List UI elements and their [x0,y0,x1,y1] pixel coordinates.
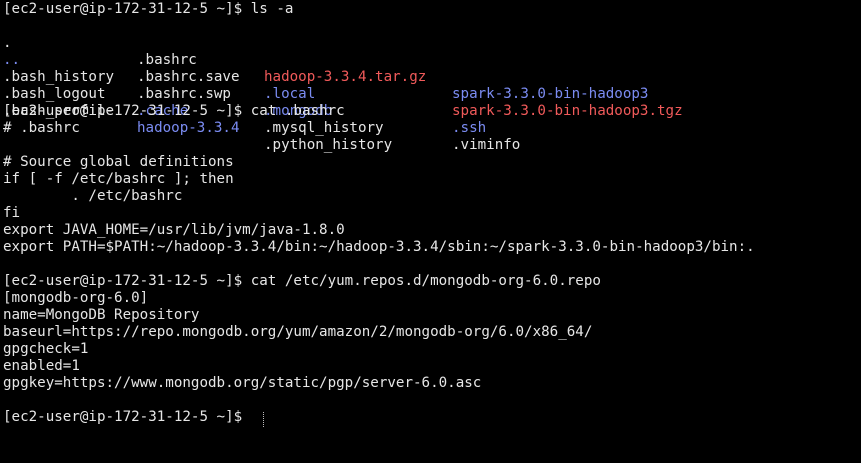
ls-entry: .mysql_history [264,120,384,136]
output-line: # Source global definitions [3,154,234,170]
terminal-window[interactable]: [ec2-user@ip-172-31-12-5 ~]$ ls -a . .ba… [0,0,861,463]
output-line: gpgcheck=1 [3,341,89,357]
output-line: # .bashrc [3,120,80,136]
ls-entry: spark-3.3.0-bin-hadoop3.tgz [452,103,683,119]
ls-row: .bash_logout .cache .mysql_history .vimi… [0,69,861,153]
ls-row: .bash_history .bashrc.swp .mongodb .ssh [0,52,861,136]
output-line: [mongodb-org-6.0] [3,290,149,306]
output-line: export PATH=$PATH:~/hadoop-3.3.4/bin:~/h… [3,239,755,255]
ls-entry: hadoop-3.3.4 [137,120,240,136]
ls-row: . .bashrc hadoop-3.3.4.tar.gz spark-3.3.… [0,18,861,102]
output-line: gpgkey=https://www.mongodb.org/static/pg… [3,375,482,391]
output-line: baseurl=https://repo.mongodb.org/yum/ama… [3,324,593,340]
output-line: enabled=1 [3,358,80,374]
ls-row: .bash_profile hadoop-3.3.4 .python_histo… [0,86,861,153]
text-cursor [263,412,265,427]
ls-entry: .ssh [452,120,487,136]
command-line-ls: [ec2-user@ip-172-31-12-5 ~]$ ls -a [3,1,294,17]
output-line: . /etc/bashrc [3,188,183,204]
shell-prompt[interactable]: [ec2-user@ip-172-31-12-5 ~]$ [3,409,251,426]
output-line: fi [3,205,21,221]
ls-row: .. .bashrc.save .local spark-3.3.0-bin-h… [0,35,861,119]
command-line-cat-bashrc: [ec2-user@ip-172-31-12-5 ~]$ cat .bashrc [3,103,345,119]
output-line: name=MongoDB Repository [3,307,200,323]
output-line: export JAVA_HOME=/usr/lib/jvm/java-1.8.0 [3,222,345,238]
ls-entry: .python_history [264,137,393,153]
ls-entry: .viminfo [452,137,521,153]
command-line-cat-repo: [ec2-user@ip-172-31-12-5 ~]$ cat /etc/yu… [3,273,601,289]
output-line: if [ -f /etc/bashrc ]; then [3,171,234,187]
